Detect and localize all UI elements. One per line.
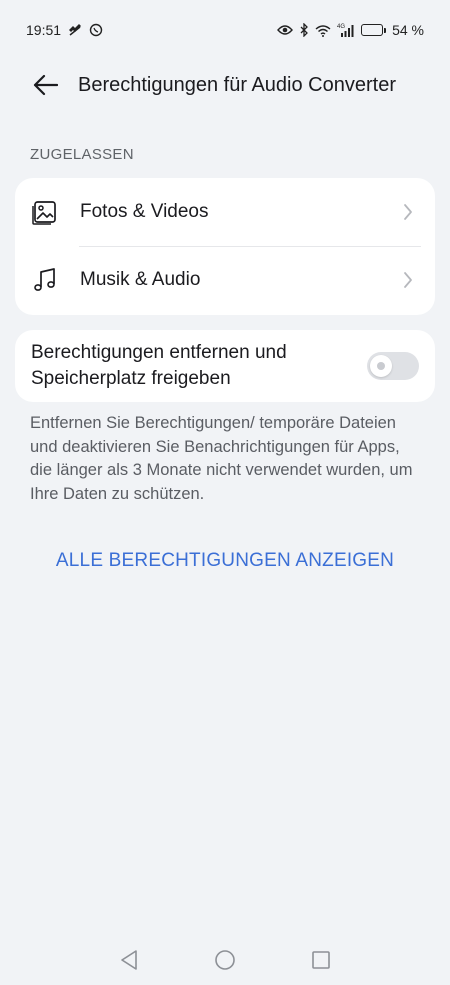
show-all-permissions-link[interactable]: ALLE BERECHTIGUNGEN ANZEIGEN: [0, 550, 450, 572]
app-notification-icon: [67, 23, 83, 37]
battery-percent: 54 %: [392, 22, 424, 38]
permissions-screen: 19:51 4G 54 % Berechtigungen für Audio C…: [0, 0, 450, 985]
permission-item-music-audio[interactable]: Musik & Audio: [15, 246, 435, 314]
square-recents-icon: [312, 951, 330, 969]
section-label: ZUGELASSEN: [30, 146, 134, 163]
permission-label: Musik & Audio: [80, 269, 201, 290]
battery-icon: [361, 24, 387, 36]
triangle-back-icon: [121, 950, 137, 970]
chevron-right-icon: [401, 270, 415, 290]
status-right: 4G 54 %: [277, 22, 424, 38]
wifi-icon: [315, 24, 331, 37]
nav-back-button[interactable]: [116, 947, 142, 973]
description-text: Entfernen Sie Berechtigungen/ temporäre …: [30, 414, 413, 503]
nav-home-button[interactable]: [212, 947, 238, 973]
toggle-knob: [370, 355, 392, 377]
app-header: Berechtigungen für Audio Converter: [0, 60, 450, 110]
nav-recents-button[interactable]: [308, 947, 334, 973]
eye-icon: [277, 24, 294, 36]
remove-permissions-label: Berechtigungen entfernen und Speicherpla…: [31, 342, 287, 389]
image-icon: [31, 198, 59, 226]
status-left: 19:51: [26, 22, 103, 38]
permissions-card: Fotos & Videos Musik & Audio: [15, 178, 435, 315]
music-note-icon: [31, 266, 59, 294]
back-arrow-icon: [33, 74, 58, 96]
viber-icon: [89, 23, 103, 37]
cellular-signal-icon: 4G: [337, 23, 355, 37]
remove-permissions-toggle[interactable]: [367, 352, 419, 380]
bluetooth-icon: [299, 23, 309, 37]
permission-label: Fotos & Videos: [80, 201, 209, 222]
svg-text:4G: 4G: [337, 24, 345, 30]
page-title: Berechtigungen für Audio Converter: [78, 73, 396, 96]
status-time: 19:51: [26, 22, 62, 38]
status-bar: 19:51 4G 54 %: [0, 0, 450, 60]
chevron-right-icon: [401, 202, 415, 222]
system-navigation-bar: [0, 935, 450, 985]
back-button[interactable]: [30, 70, 60, 100]
circle-home-icon: [215, 950, 235, 970]
remove-permissions-card: Berechtigungen entfernen und Speicherpla…: [15, 330, 435, 402]
permission-item-photos-videos[interactable]: Fotos & Videos: [15, 178, 435, 246]
